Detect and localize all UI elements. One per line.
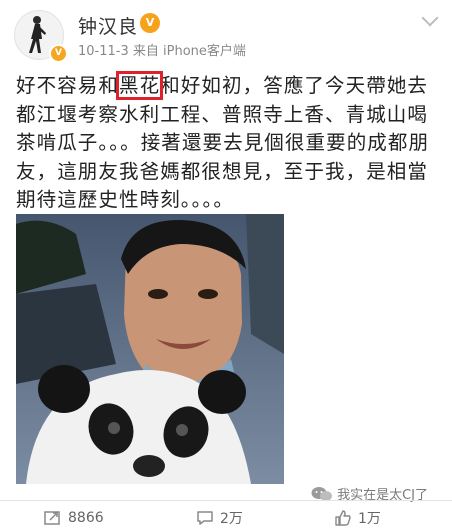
post-photo[interactable]	[16, 214, 284, 484]
comment-count: 2万	[220, 511, 243, 527]
selfie-with-panda-image	[16, 214, 284, 484]
verified-badge-icon: V	[49, 44, 68, 63]
post-text-before: 好不容易和	[16, 74, 120, 97]
like-button[interactable]: 1万	[334, 508, 381, 528]
post-meta: 10-11-3 来自 iPhone客户端	[78, 44, 246, 59]
thumbs-up-icon	[335, 510, 351, 526]
repost-button[interactable]: 8866	[44, 508, 104, 528]
highlighted-word: 黑花	[116, 71, 164, 100]
comment-icon	[197, 511, 213, 525]
comment-button[interactable]: 2万	[196, 508, 243, 528]
action-bar-divider	[0, 500, 452, 501]
vip-crown-icon: V	[140, 13, 160, 33]
username[interactable]: 钟汉良	[78, 12, 138, 39]
expand-chevron-icon[interactable]	[421, 9, 439, 27]
post-text: 好不容易和黑花和好如初，答應了今天帶她去都江堰考察水利工程、普照寺上香、青城山喝…	[16, 71, 442, 215]
repost-count: 8866	[68, 510, 104, 526]
like-count: 1万	[358, 511, 381, 527]
repost-icon	[44, 511, 60, 525]
